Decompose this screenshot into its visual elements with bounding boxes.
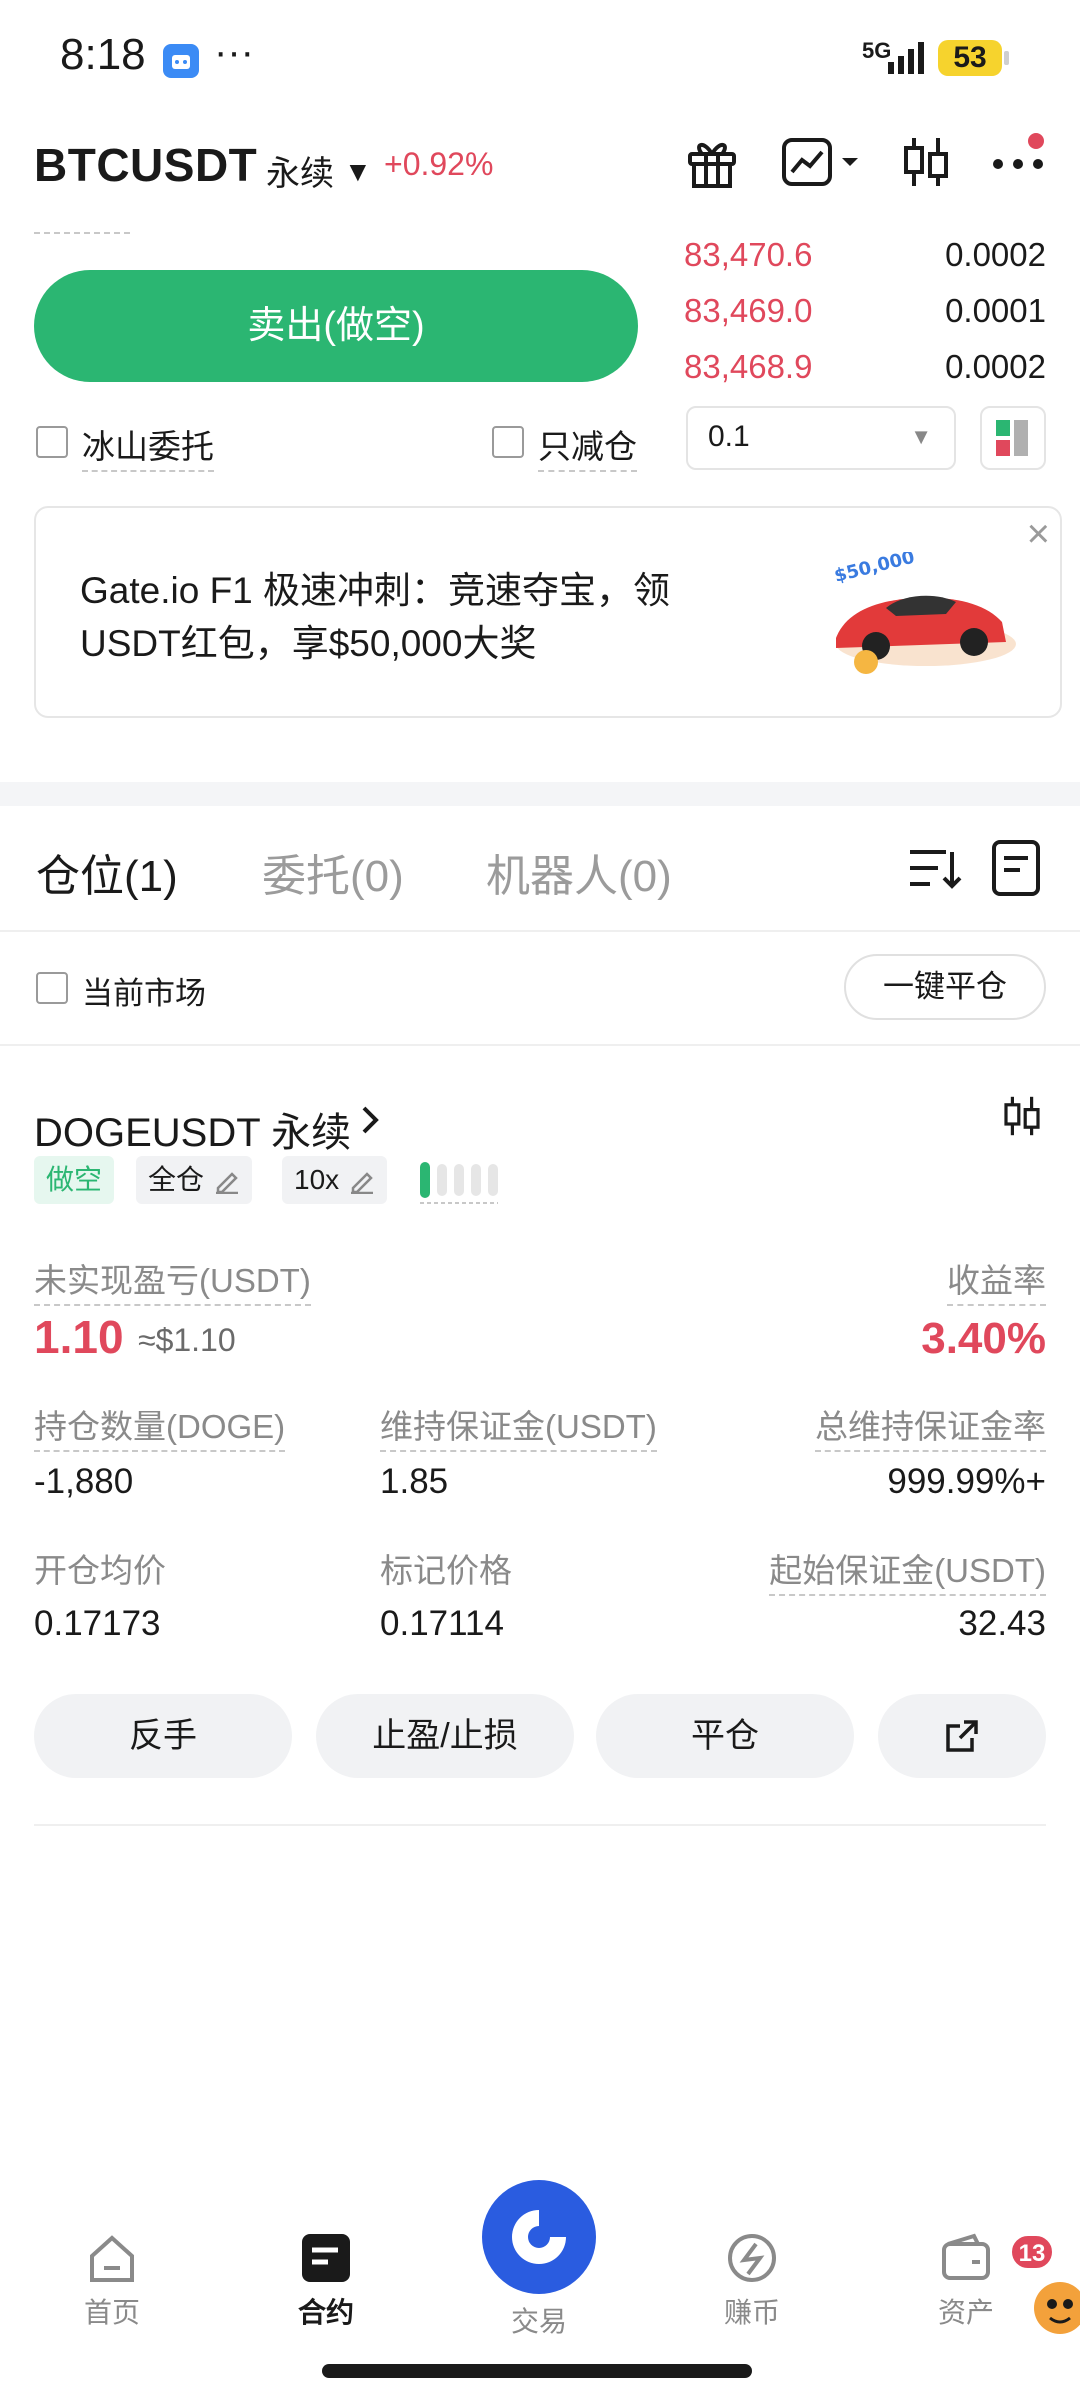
network-type: 5G — [862, 38, 892, 63]
entry-price-value: 0.17173 — [34, 1604, 161, 1643]
roe-label[interactable]: 收益率 — [947, 1254, 1046, 1306]
side-tag: 做空 — [34, 1156, 115, 1204]
nav-trade-button[interactable] — [482, 2180, 596, 2294]
tab-orders[interactable]: 委托(0) — [262, 840, 404, 904]
pair-title[interactable]: BTCUSDT — [34, 138, 257, 192]
reverse-button[interactable]: 反手 — [34, 1694, 292, 1778]
status-time: 8:18 — [60, 30, 146, 79]
candlestick-icon[interactable] — [896, 132, 956, 192]
home-icon — [90, 2235, 134, 2282]
ask-qty: 0.0002 — [945, 348, 1046, 385]
chevron-right-icon[interactable] — [356, 1100, 386, 1150]
roe-value: 3.40% — [921, 1314, 1046, 1363]
status-overflow: ··· — [214, 30, 254, 74]
divider-dashed — [34, 232, 130, 234]
notification-badge: 13 — [1010, 2234, 1054, 2270]
battery-tip — [1004, 51, 1009, 65]
chart-icon[interactable] — [780, 132, 870, 192]
share-button[interactable] — [878, 1694, 1046, 1778]
entry-price-label: 开仓均价 — [34, 1552, 166, 1589]
banner-text: Gate.io F1 极速冲刺：竞速夺宝，领USDT红包，享$50,000大奖 — [80, 570, 671, 664]
contract-type[interactable]: 永续 — [266, 146, 334, 195]
battery-indicator: 53 — [938, 40, 1002, 76]
notification-dot — [1028, 133, 1044, 149]
maint-rate-value: 999.99%+ — [887, 1462, 1046, 1501]
depth-value: 0.1 — [708, 420, 750, 453]
nav-trade-label[interactable]: 交易 — [482, 2300, 596, 2340]
edit-icon — [216, 1172, 239, 1194]
tab-bots[interactable]: 机器人(0) — [486, 840, 672, 904]
nav-earn[interactable]: 赚币 — [692, 2232, 812, 2331]
sell-short-button[interactable]: 卖出(做空) — [34, 270, 638, 382]
close-all-button[interactable]: 一键平仓 — [844, 954, 1046, 1020]
ask-price[interactable]: 83,469.0 — [684, 292, 812, 330]
caret-down-icon: ▼ — [910, 424, 932, 449]
wallet-icon — [942, 2233, 990, 2280]
close-position-button[interactable]: 平仓 — [596, 1694, 854, 1778]
init-margin-label[interactable]: 起始保证金(USDT) — [769, 1544, 1046, 1596]
nav-assets[interactable]: 资产 — [906, 2232, 1026, 2331]
mark-price-value: 0.17114 — [380, 1604, 504, 1643]
tpsl-button[interactable]: 止盈/止损 — [316, 1694, 574, 1778]
sort-icon[interactable] — [906, 840, 962, 896]
maint-rate-label[interactable]: 总维持保证金率 — [815, 1400, 1046, 1452]
position-symbol[interactable]: DOGEUSDT 永续 — [34, 1100, 351, 1158]
external-link-icon — [946, 1720, 978, 1752]
ask-qty: 0.0001 — [945, 292, 1046, 329]
race-car-image: $50,000 — [806, 547, 1026, 682]
current-market-checkbox[interactable] — [36, 972, 68, 1004]
caret-down-icon[interactable]: ▼ — [344, 156, 372, 188]
depth-select[interactable]: 0.1 ▼ — [686, 406, 956, 470]
size-value: -1,880 — [34, 1462, 134, 1501]
orderbook-layout-button[interactable] — [980, 406, 1046, 470]
maint-margin-value: 1.85 — [380, 1462, 449, 1501]
svg-text:$50,000: $50,000 — [832, 552, 917, 587]
app-notification-icon — [163, 44, 199, 78]
unrealized-pnl-usd: ≈$1.10 — [138, 1322, 236, 1358]
price-change: +0.92% — [384, 146, 494, 182]
size-label[interactable]: 持仓数量(DOGE) — [34, 1400, 286, 1452]
nav-home[interactable]: 首页 — [52, 2232, 172, 2331]
ask-price[interactable]: 83,468.9 — [684, 348, 812, 386]
leverage-label: 10x — [294, 1164, 340, 1195]
earn-icon — [728, 2234, 776, 2282]
history-icon[interactable] — [988, 838, 1044, 898]
iceberg-label[interactable]: 冰山委托 — [82, 420, 214, 472]
maint-margin-label[interactable]: 维持保证金(USDT) — [380, 1400, 657, 1452]
tab-positions[interactable]: 仓位(1) — [36, 840, 178, 904]
divider — [0, 930, 1080, 932]
divider — [34, 1824, 1046, 1826]
reduce-only-checkbox[interactable] — [492, 426, 524, 458]
edit-icon — [351, 1172, 374, 1194]
close-icon[interactable]: × — [1027, 512, 1050, 557]
reduce-only-label[interactable]: 只减仓 — [538, 420, 637, 472]
unrealized-pnl-value: 1.10 — [34, 1311, 124, 1363]
trade-icon — [512, 2210, 566, 2264]
futures-icon — [302, 2234, 350, 2282]
mark-price-label: 标记价格 — [380, 1552, 512, 1589]
init-margin-value: 32.43 — [958, 1604, 1046, 1643]
home-indicator — [322, 2364, 752, 2378]
signal-icon — [888, 40, 928, 74]
iceberg-checkbox[interactable] — [36, 426, 68, 458]
risk-level-indicator — [420, 1160, 502, 1204]
promo-banner[interactable]: Gate.io F1 极速冲刺：竞速夺宝，领USDT红包，享$50,000大奖 … — [34, 506, 1062, 718]
unrealized-pnl-label[interactable]: 未实现盈亏(USDT) — [34, 1254, 311, 1306]
margin-mode-tag[interactable]: 全仓 — [136, 1156, 253, 1204]
gift-icon[interactable] — [682, 132, 742, 192]
nav-futures[interactable]: 合约 — [266, 2232, 386, 2331]
section-separator — [0, 782, 1080, 806]
current-market-label[interactable]: 当前市场 — [82, 968, 206, 1013]
divider — [0, 1044, 1080, 1046]
mascot-icon[interactable] — [1026, 2270, 1080, 2340]
ask-price[interactable]: 83,470.6 — [684, 236, 812, 274]
margin-mode-label: 全仓 — [148, 1164, 205, 1195]
candlestick-icon[interactable] — [998, 1092, 1046, 1140]
leverage-tag[interactable]: 10x — [282, 1156, 388, 1204]
ask-qty: 0.0002 — [945, 236, 1046, 273]
